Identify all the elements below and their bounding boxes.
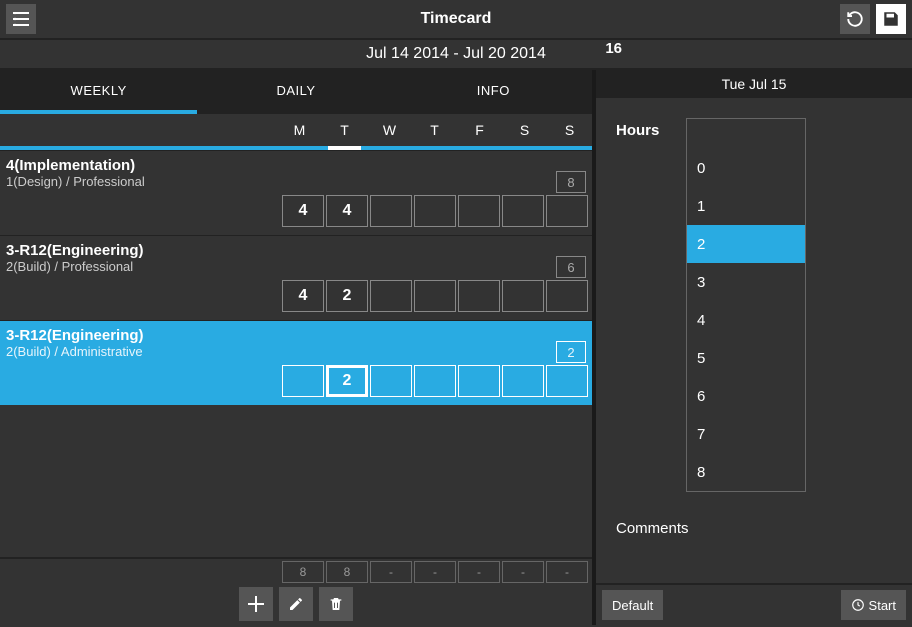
action-bar: [0, 583, 592, 625]
tabs: WEEKLYDAILYINFO: [0, 70, 592, 114]
hour-cell[interactable]: [282, 365, 324, 397]
default-button[interactable]: Default: [602, 590, 663, 620]
day-header-cell[interactable]: F: [457, 114, 502, 146]
header: Timecard: [0, 0, 912, 40]
hour-cell[interactable]: [546, 195, 588, 227]
hour-cell[interactable]: [370, 195, 412, 227]
hours-label: Hours: [616, 118, 686, 492]
day-header-cell[interactable]: W: [367, 114, 412, 146]
selected-day-label: Tue Jul 15: [596, 70, 912, 98]
hours-section: Hours 012345678: [616, 118, 902, 492]
day-total-cell: 8: [326, 561, 368, 583]
total-hours: 16: [605, 40, 622, 57]
hours-list[interactable]: 012345678: [686, 118, 806, 492]
task-title: 3-R12(Engineering): [6, 242, 144, 259]
day-total-cell: -: [414, 561, 456, 583]
task-header: 3-R12(Engineering)2(Build) / Professiona…: [0, 236, 592, 280]
hour-option[interactable]: 5: [687, 339, 805, 377]
task-title: 4(Implementation): [6, 157, 145, 174]
task-row[interactable]: 3-R12(Engineering)2(Build) / Professiona…: [0, 235, 592, 320]
delete-button[interactable]: [319, 587, 353, 621]
task-subtitle: 1(Design) / Professional: [6, 174, 145, 189]
hour-cell[interactable]: 4: [282, 195, 324, 227]
hour-option[interactable]: 4: [687, 301, 805, 339]
trash-icon: [328, 596, 344, 612]
start-button-label: Start: [869, 598, 896, 613]
menu-button[interactable]: [6, 4, 36, 34]
hour-cell[interactable]: [502, 195, 544, 227]
hour-cell[interactable]: 4: [282, 280, 324, 312]
comments-label: Comments: [616, 520, 902, 537]
task-row[interactable]: 4(Implementation)1(Design) / Professiona…: [0, 150, 592, 235]
day-header: MTWTFSS: [0, 114, 592, 150]
hour-cell[interactable]: [370, 365, 412, 397]
add-button[interactable]: [239, 587, 273, 621]
page-title: Timecard: [421, 10, 492, 28]
refresh-button[interactable]: [840, 4, 870, 34]
hour-cell[interactable]: [502, 280, 544, 312]
day-total-cell: -: [370, 561, 412, 583]
refresh-icon: [846, 10, 864, 28]
hour-cell[interactable]: [414, 195, 456, 227]
clock-icon: [851, 598, 865, 612]
tab-weekly[interactable]: WEEKLY: [0, 70, 197, 114]
day-header-cell[interactable]: S: [547, 114, 592, 146]
hour-cell[interactable]: [458, 195, 500, 227]
pencil-icon: [288, 596, 304, 612]
day-total-cell: -: [502, 561, 544, 583]
totals-row: 88-----: [0, 557, 592, 583]
save-icon: [882, 10, 900, 28]
hour-cell[interactable]: [458, 280, 500, 312]
day-header-cell[interactable]: T: [322, 114, 367, 146]
hour-option[interactable]: 3: [687, 263, 805, 301]
day-total-cell: -: [546, 561, 588, 583]
date-range: Jul 14 2014 - Jul 20 2014: [366, 45, 546, 63]
task-total: 8: [556, 171, 586, 193]
hour-cell[interactable]: [546, 280, 588, 312]
task-subtitle: 2(Build) / Professional: [6, 259, 144, 274]
header-actions: [840, 4, 906, 34]
day-header-cell[interactable]: M: [277, 114, 322, 146]
left-panel: WEEKLYDAILYINFO MTWTFSS 4(Implementation…: [0, 70, 596, 625]
hour-option[interactable]: 7: [687, 415, 805, 453]
right-footer: Default Start: [596, 583, 912, 625]
task-row[interactable]: 3-R12(Engineering)2(Build) / Administrat…: [0, 320, 592, 405]
task-total: 2: [556, 341, 586, 363]
hour-option[interactable]: 2: [687, 225, 805, 263]
day-header-cell[interactable]: S: [502, 114, 547, 146]
save-button[interactable]: [876, 4, 906, 34]
hour-cell[interactable]: [370, 280, 412, 312]
hour-option[interactable]: 6: [687, 377, 805, 415]
hour-cell[interactable]: 4: [326, 195, 368, 227]
task-subtitle: 2(Build) / Administrative: [6, 344, 144, 359]
date-row: Jul 14 2014 - Jul 20 2014 16: [0, 40, 912, 70]
day-total-cell: -: [458, 561, 500, 583]
task-header: 3-R12(Engineering)2(Build) / Administrat…: [0, 321, 592, 365]
hour-option[interactable]: 1: [687, 187, 805, 225]
day-total-cell: 8: [282, 561, 324, 583]
tab-daily[interactable]: DAILY: [197, 70, 394, 114]
task-rows: 4(Implementation)1(Design) / Professiona…: [0, 150, 592, 557]
hour-cell[interactable]: 2: [326, 280, 368, 312]
right-panel: Tue Jul 15 Hours 012345678 Comments Defa…: [596, 70, 912, 625]
day-header-cell[interactable]: T: [412, 114, 457, 146]
start-button[interactable]: Start: [841, 590, 906, 620]
edit-button[interactable]: [279, 587, 313, 621]
right-body: Hours 012345678 Comments: [596, 98, 912, 583]
hour-option[interactable]: 8: [687, 453, 805, 491]
main: WEEKLYDAILYINFO MTWTFSS 4(Implementation…: [0, 70, 912, 625]
task-total: 6: [556, 256, 586, 278]
task-header: 4(Implementation)1(Design) / Professiona…: [0, 151, 592, 195]
hour-option[interactable]: 0: [687, 149, 805, 187]
menu-icon: [13, 12, 29, 26]
hour-cell[interactable]: [546, 365, 588, 397]
task-title: 3-R12(Engineering): [6, 327, 144, 344]
hour-cell[interactable]: [414, 365, 456, 397]
hour-cell[interactable]: [502, 365, 544, 397]
hour-cell[interactable]: [458, 365, 500, 397]
tab-info[interactable]: INFO: [395, 70, 592, 114]
hour-cell[interactable]: [414, 280, 456, 312]
hour-cell[interactable]: 2: [326, 365, 368, 397]
plus-icon: [248, 596, 264, 612]
